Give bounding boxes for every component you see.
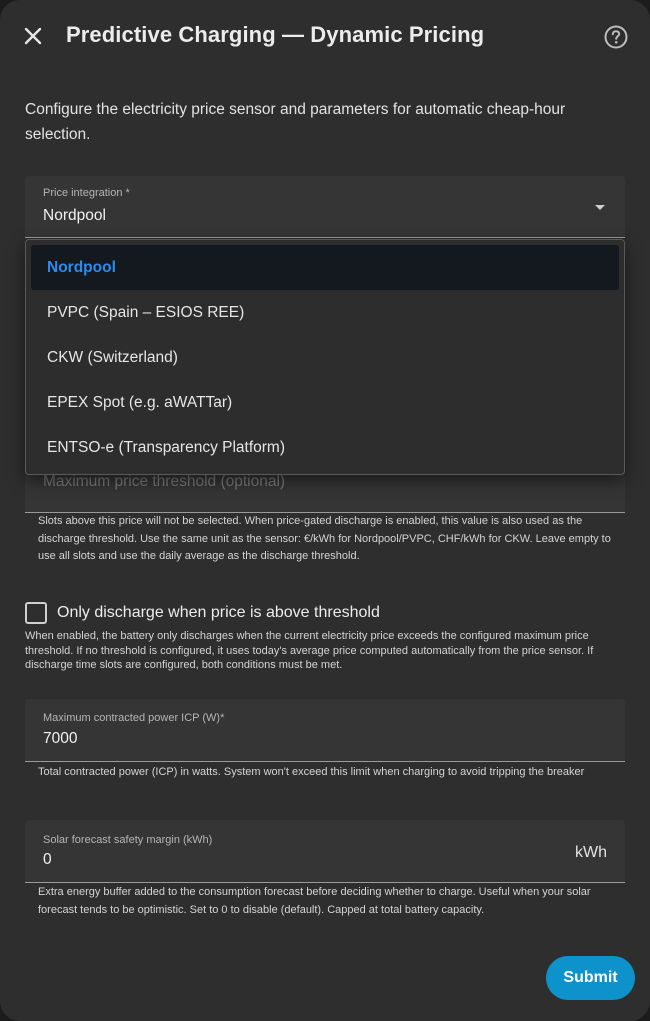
solar-margin-label: Solar forecast safety margin (kWh)	[43, 834, 213, 846]
menu-option-nordpool[interactable]: Nordpool	[31, 245, 619, 290]
help-button[interactable]	[602, 23, 630, 51]
discharge-checkbox[interactable]	[25, 602, 47, 624]
max-price-helper: Slots above this price will not be selec…	[38, 515, 611, 562]
max-price-placeholder: Maximum price threshold (optional)	[43, 473, 286, 490]
menu-option-entso-e[interactable]: ENTSO-e (Transparency Platform)	[31, 425, 619, 470]
solar-margin-value: 0	[43, 851, 52, 868]
solar-margin-helper: Extra energy buffer added to the consump…	[38, 886, 591, 916]
menu-option-epex-spot[interactable]: EPEX Spot (e.g. aWATTar)	[31, 380, 619, 425]
close-icon	[24, 27, 42, 45]
close-button[interactable]	[18, 21, 48, 51]
price-integration-value: Nordpool	[43, 207, 106, 224]
discharge-checkbox-label: Only discharge when price is above thres…	[57, 604, 380, 621]
icp-helper: Total contracted power (ICP) in watts. S…	[38, 766, 585, 778]
icp-field[interactable]: Maximum contracted power ICP (W)* 7000	[25, 699, 625, 762]
solar-margin-unit: kWh	[575, 844, 607, 861]
price-integration-select[interactable]: Price integration * Nordpool	[25, 176, 625, 238]
submit-button[interactable]: Submit	[546, 956, 635, 1000]
icp-value: 7000	[43, 730, 78, 747]
dialog-title: Predictive Charging — Dynamic Pricing	[66, 22, 485, 47]
icp-label: Maximum contracted power ICP (W)*	[43, 712, 225, 724]
discharge-helper: When enabled, the battery only discharge…	[25, 630, 594, 671]
help-icon	[604, 25, 628, 49]
price-integration-label: Price integration *	[43, 187, 130, 199]
menu-option-pvpc[interactable]: PVPC (Spain – ESIOS REE)	[31, 290, 619, 335]
dropdown-arrow-icon[interactable]	[595, 205, 605, 210]
discharge-checkbox-row[interactable]: Only discharge when price is above thres…	[25, 602, 380, 624]
menu-option-ckw[interactable]: CKW (Switzerland)	[31, 335, 619, 380]
dialog: Predictive Charging — Dynamic Pricing Co…	[0, 0, 650, 1021]
price-integration-menu: Nordpool PVPC (Spain – ESIOS REE) CKW (S…	[25, 239, 625, 475]
solar-margin-field[interactable]: Solar forecast safety margin (kWh) 0 kWh	[25, 820, 625, 883]
dialog-description: Configure the electricity price sensor a…	[25, 101, 566, 143]
